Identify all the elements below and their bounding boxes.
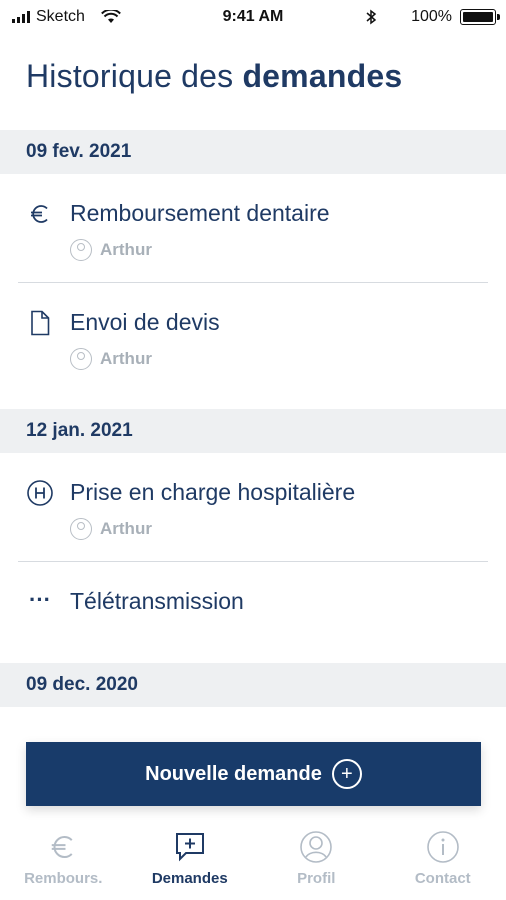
date-header: 09 fev. 2021	[0, 130, 506, 174]
person-name: Arthur	[100, 349, 152, 368]
plus-circle-icon: +	[331, 759, 362, 789]
euro-icon	[46, 830, 80, 864]
item-title: Envoi de devis	[70, 309, 220, 335]
list-item[interactable]: Envoi de devis Arthur	[0, 283, 506, 409]
new-request-button[interactable]: Nouvelle demande +	[26, 742, 481, 806]
tab-label: Rembours.	[24, 870, 103, 887]
list-item[interactable]: Prise en charge hospitalière Arthur	[0, 453, 506, 561]
hospital-icon	[26, 479, 54, 507]
carrier-name: Sketch	[36, 8, 85, 25]
item-person: Arthur	[70, 348, 506, 370]
page-title-light: Historique des	[26, 58, 243, 94]
more-icon: ···	[29, 587, 51, 612]
tab-demandes[interactable]: Demandes	[127, 820, 254, 900]
status-right: 100%	[365, 8, 500, 26]
item-title: Remboursement dentaire	[70, 200, 330, 226]
avatar-icon	[70, 348, 92, 370]
euro-icon	[26, 200, 54, 228]
item-title: Prise en charge hospitalière	[70, 479, 356, 505]
list-item[interactable]: Remboursement dentaire Arthur	[0, 174, 506, 282]
person-name: Arthur	[100, 240, 152, 259]
profile-icon	[299, 830, 333, 864]
tab-label: Contact	[414, 870, 471, 887]
item-person: Arthur	[70, 239, 506, 261]
message-add-icon	[173, 830, 207, 864]
list-item[interactable]: ··· Télétransmission	[0, 562, 506, 663]
document-icon	[26, 309, 54, 337]
bluetooth-icon	[365, 9, 377, 25]
request-history-list: 09 fev. 2021 Remboursement dentaire Arth…	[0, 130, 506, 707]
tab-contact[interactable]: Contact	[380, 820, 506, 900]
new-request-label: Nouvelle demande	[145, 762, 322, 785]
avatar-icon	[70, 518, 92, 540]
info-icon	[426, 830, 460, 864]
item-title: Télétransmission	[70, 588, 244, 614]
wifi-icon	[101, 10, 121, 24]
signal-icon	[12, 11, 30, 23]
tab-bar: Rembours. Demandes Profil Contact	[0, 820, 506, 900]
battery-icon	[460, 9, 500, 25]
status-bar: Sketch 9:41 AM 100%	[0, 0, 506, 34]
tab-label: Demandes	[151, 870, 228, 887]
page-title: Historique des demandes	[26, 58, 402, 95]
page-title-bold: demandes	[242, 58, 403, 94]
tab-profil[interactable]: Profil	[253, 820, 380, 900]
date-header: 12 jan. 2021	[0, 409, 506, 453]
tab-rembours[interactable]: Rembours.	[0, 820, 127, 900]
status-left: Sketch	[12, 8, 121, 26]
item-person: Arthur	[70, 518, 506, 540]
avatar-icon	[70, 239, 92, 261]
battery-percent: 100%	[411, 8, 452, 25]
tab-label: Profil	[297, 870, 336, 887]
date-header: 09 dec. 2020	[0, 663, 506, 707]
person-name: Arthur	[100, 519, 152, 538]
